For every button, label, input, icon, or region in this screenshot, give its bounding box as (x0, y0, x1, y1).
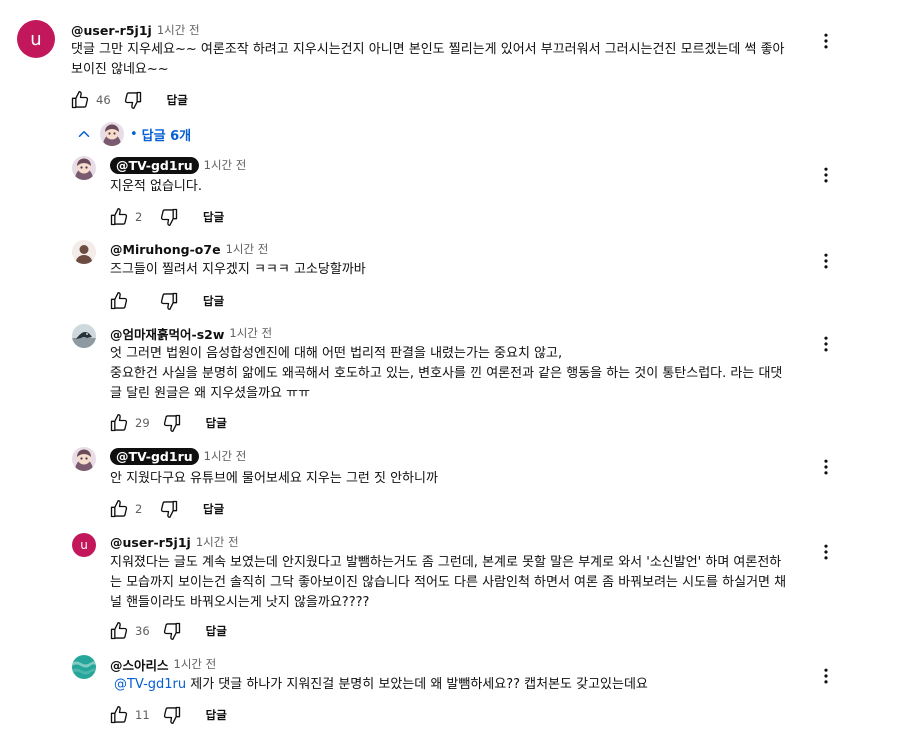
like-count: 11 (135, 708, 150, 722)
comment-time[interactable]: 1시간 전 (204, 448, 247, 464)
mention-link[interactable]: @TV-gd1ru (114, 677, 186, 692)
thumb-up-icon[interactable] (109, 621, 129, 641)
comment-text-line: 지운적 없습니다. (110, 179, 202, 194)
thumb-up-icon[interactable] (109, 705, 129, 725)
comment-text-line: 안 지웠다구요 유튜브에 물어보세요 지우는 그런 짓 안하니까 (110, 471, 438, 486)
comment-actions: 46 답글 (70, 89, 188, 111)
comment-actions: 2 답글 (109, 206, 224, 228)
comment-text: @TV-gd1ru 제가 댓글 하나가 지워진걸 분명히 보았는데 왜 발뺌하세… (114, 675, 814, 695)
comment-actions: 11 답글 (109, 704, 227, 726)
comment-header: @스아리스 1시간 전 (110, 655, 216, 673)
comment-actions: 36 답글 (109, 620, 227, 642)
more-vert-icon[interactable] (814, 455, 838, 479)
reply-button[interactable]: 답글 (167, 92, 188, 108)
comment-text-line: 즈그들이 찔려서 지우겠지 ㅋㅋㅋ 고소당할까바 (110, 262, 366, 277)
comment-text: 안 지웠다구요 유튜브에 물어보세요 지우는 그런 짓 안하니까 (110, 469, 810, 489)
comment-author[interactable]: @엄마재흙먹어-s2w (110, 324, 224, 343)
comment-text-line: 지워졌다는 글도 계속 보였는데 안지웠다고 발뺌하는거도 좀 그런데, 본계로… (110, 555, 782, 570)
comment-text-line: @TV-gd1ru 제가 댓글 하나가 지워진걸 분명히 보았는데 왜 발뺌하세… (114, 675, 814, 695)
thumb-up-icon[interactable] (109, 291, 129, 311)
more-vert-icon[interactable] (814, 332, 838, 356)
avatar[interactable]: u (72, 533, 96, 557)
reply-button[interactable]: 답글 (206, 415, 227, 431)
comment-time[interactable]: 1시간 전 (204, 157, 247, 173)
comment-text: 지운적 없습니다. (110, 177, 810, 197)
creator-avatar (100, 122, 124, 146)
more-vert-icon[interactable] (814, 249, 838, 273)
thumb-up-icon[interactable] (109, 207, 129, 227)
comment-time[interactable]: 1시간 전 (174, 656, 217, 672)
avatar-letter: u (80, 538, 88, 552)
more-vert-icon[interactable] (814, 163, 838, 187)
comment-header: @TV-gd1ru 1시간 전 (110, 447, 246, 465)
comment-actions: 답글 (109, 290, 224, 312)
comment-time[interactable]: 1시간 전 (196, 534, 239, 550)
comment-author[interactable]: @user-r5j1j (71, 23, 152, 38)
avatar[interactable] (72, 655, 96, 679)
comment-text-line: 댓글 그만 지우세요~~ 여론조작 하려고 지우시는건지 아니면 본인도 찔리는… (71, 42, 785, 57)
thumb-down-icon[interactable] (162, 621, 182, 641)
comment-text: 즈그들이 찔려서 지우겠지 ㅋㅋㅋ 고소당할까바 (110, 260, 810, 280)
comment-text-body: 제가 댓글 하나가 지워진걸 분명히 보았는데 왜 발뺌하세요?? 캡처본도 갖… (186, 677, 648, 692)
thumb-down-icon[interactable] (162, 413, 182, 433)
reply-button[interactable]: 답글 (203, 209, 224, 225)
comment-text-line: 보이진 않네요~~ (71, 62, 169, 77)
more-vert-icon[interactable] (814, 664, 838, 688)
comment-author[interactable]: @user-r5j1j (110, 535, 191, 550)
comment-header: @Miruhong-o7e 1시간 전 (110, 240, 268, 258)
chevron-up-icon (74, 124, 94, 144)
more-vert-icon[interactable] (814, 540, 838, 564)
thumb-up-icon[interactable] (109, 499, 129, 519)
avatar[interactable] (72, 156, 96, 180)
thumb-up-icon[interactable] (109, 413, 129, 433)
comment-time[interactable]: 1시간 전 (229, 325, 272, 341)
thumb-down-icon[interactable] (162, 705, 182, 725)
like-count: 29 (135, 416, 150, 430)
comment-time[interactable]: 1시간 전 (226, 241, 269, 257)
reply-button[interactable]: 답글 (203, 501, 224, 517)
like-count: 36 (135, 624, 150, 638)
thumb-down-icon[interactable] (123, 90, 143, 110)
thumb-down-icon[interactable] (159, 499, 179, 519)
comment-text: 엇 그러면 법원이 음성합성엔진에 대해 어떤 법리적 판결을 내렸는가는 중요… (110, 344, 810, 404)
avatar[interactable] (72, 447, 96, 471)
comment-header: @엄마재흙먹어-s2w 1시간 전 (110, 324, 272, 342)
thumb-up-icon[interactable] (70, 90, 90, 110)
comment-text: 지워졌다는 글도 계속 보였는데 안지웠다고 발뺌하는거도 좀 그런데, 본계로… (110, 553, 810, 613)
replies-count[interactable]: 답글 6개 (142, 125, 191, 144)
comment-actions: 29 답글 (109, 412, 227, 434)
avatar-letter: u (30, 28, 42, 50)
reply-button[interactable]: 답글 (203, 293, 224, 309)
thumb-down-icon[interactable] (159, 207, 179, 227)
comment-text: 댓글 그만 지우세요~~ 여론조작 하려고 지우시는건지 아니면 본인도 찔리는… (71, 40, 801, 80)
avatar[interactable] (72, 324, 96, 348)
thumb-down-icon[interactable] (159, 291, 179, 311)
like-count: 2 (135, 210, 143, 224)
like-count: 2 (135, 502, 143, 516)
separator-dot: • (130, 126, 138, 142)
replies-toggle[interactable]: • 답글 6개 (74, 121, 191, 147)
comment-author[interactable]: @스아리스 (110, 655, 169, 674)
comment-author[interactable]: @TV-gd1ru (110, 447, 199, 465)
comment-actions: 2 답글 (109, 498, 224, 520)
avatar[interactable] (72, 240, 96, 264)
avatar[interactable]: u (17, 20, 55, 58)
like-count: 46 (96, 93, 111, 107)
comment-text-line: 중요한건 사실을 분명히 앎에도 왜곡해서 호도하고 있는, 변호사를 낀 여론… (110, 366, 783, 381)
reply-button[interactable]: 답글 (206, 623, 227, 639)
comment-text-line: 글 달린 원글은 왜 지우셨을까요 ㅠㅠ (110, 386, 311, 401)
more-vert-icon[interactable] (814, 29, 838, 53)
reply-button[interactable]: 답글 (206, 707, 227, 723)
comment-header: @TV-gd1ru 1시간 전 (110, 156, 246, 174)
comment-header: @user-r5j1j 1시간 전 (71, 21, 200, 39)
comment-text-line: 널 핸들이라도 바꿔오시는게 낫지 않을까요???? (110, 595, 370, 610)
comment-text-line: 엇 그러면 법원이 음성합성엔진에 대해 어떤 법리적 판결을 내렸는가는 중요… (110, 346, 563, 361)
comment-author[interactable]: @Miruhong-o7e (110, 242, 221, 257)
comment-header: @user-r5j1j 1시간 전 (110, 533, 239, 551)
comment-text-line: 는 모습까지 보이는건 솔직히 그닥 좋아보이진 않습니다 적어도 다른 사람인… (110, 575, 787, 590)
comment-author[interactable]: @TV-gd1ru (110, 156, 199, 174)
comment-time[interactable]: 1시간 전 (157, 22, 200, 38)
